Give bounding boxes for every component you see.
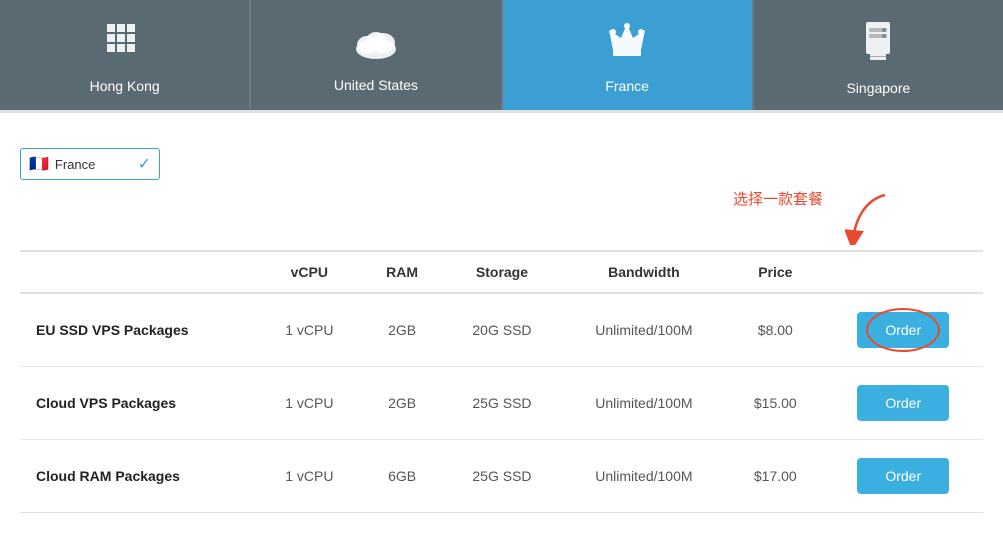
row-1-vcpu: 1 vCPU: [258, 367, 361, 440]
row-2-action: Order: [824, 440, 984, 513]
col-header-price: Price: [727, 251, 823, 293]
row-2-ram: 6GB: [361, 440, 443, 513]
hk-icon: [103, 22, 147, 68]
tab-united-states-label: United States: [334, 77, 418, 93]
annotation-area: 选择一款套餐: [20, 180, 983, 250]
col-header-action: [824, 251, 984, 293]
row-2-bandwidth: Unlimited/100M: [561, 440, 727, 513]
row-0-storage: 20G SSD: [443, 293, 560, 367]
col-header-vcpu: vCPU: [258, 251, 361, 293]
chevron-down-icon: ✓: [138, 154, 151, 174]
row-1-storage: 25G SSD: [443, 367, 560, 440]
tab-singapore-label: Singapore: [846, 80, 910, 96]
row-1-action: Order: [824, 367, 984, 440]
tab-singapore[interactable]: Singapore: [754, 0, 1003, 110]
row-0-bandwidth: Unlimited/100M: [561, 293, 727, 367]
content-area: 🇫🇷 France ✓ 选择一款套餐: [0, 113, 1003, 523]
tab-united-states[interactable]: United States: [251, 0, 502, 110]
table-row: EU SSD VPS Packages 1 vCPU 2GB 20G SSD U…: [20, 293, 983, 367]
col-header-bandwidth: Bandwidth: [561, 251, 727, 293]
annotation-arrow-icon: [845, 190, 925, 245]
order-button-1[interactable]: Order: [857, 385, 949, 421]
row-0-name: EU SSD VPS Packages: [20, 293, 258, 367]
tab-hong-kong[interactable]: Hong Kong: [0, 0, 251, 110]
country-flag: 🇫🇷: [29, 154, 49, 174]
row-1-bandwidth: Unlimited/100M: [561, 367, 727, 440]
col-header-storage: Storage: [443, 251, 560, 293]
sg-icon: [861, 20, 895, 70]
table-row: Cloud RAM Packages 1 vCPU 6GB 25G SSD Un…: [20, 440, 983, 513]
location-tabs: Hong Kong United States: [0, 0, 1003, 113]
country-name: France: [55, 157, 130, 172]
row-0-vcpu: 1 vCPU: [258, 293, 361, 367]
page-wrapper: Hong Kong United States: [0, 0, 1003, 553]
row-2-vcpu: 1 vCPU: [258, 440, 361, 513]
fr-icon: [605, 22, 649, 68]
row-0-action: Order: [824, 293, 984, 367]
packages-table-wrapper: vCPU RAM Storage Bandwidth Price EU SSD …: [10, 250, 993, 513]
row-0-price: $8.00: [727, 293, 823, 367]
tab-france[interactable]: France: [503, 0, 754, 110]
row-1-name: Cloud VPS Packages: [20, 367, 258, 440]
row-0-ram: 2GB: [361, 293, 443, 367]
table-row: Cloud VPS Packages 1 vCPU 2GB 25G SSD Un…: [20, 367, 983, 440]
row-2-storage: 25G SSD: [443, 440, 560, 513]
order-button-0[interactable]: Order: [857, 312, 949, 348]
packages-table: vCPU RAM Storage Bandwidth Price EU SSD …: [20, 250, 983, 513]
row-2-price: $17.00: [727, 440, 823, 513]
table-header-row: vCPU RAM Storage Bandwidth Price: [20, 251, 983, 293]
us-icon: [351, 23, 401, 67]
row-1-ram: 2GB: [361, 367, 443, 440]
tab-france-label: France: [605, 78, 649, 94]
country-selector[interactable]: 🇫🇷 France ✓: [20, 148, 160, 180]
col-header-ram: RAM: [361, 251, 443, 293]
annotation-text: 选择一款套餐: [733, 188, 823, 209]
tab-hong-kong-label: Hong Kong: [90, 78, 160, 94]
row-2-name: Cloud RAM Packages: [20, 440, 258, 513]
col-header-name: [20, 251, 258, 293]
row-1-price: $15.00: [727, 367, 823, 440]
order-button-2[interactable]: Order: [857, 458, 949, 494]
